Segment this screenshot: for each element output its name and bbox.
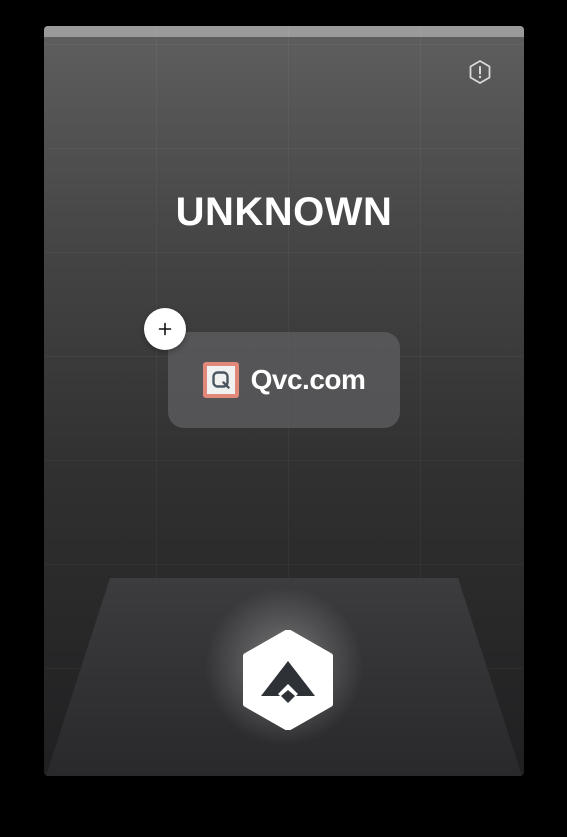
q-letter-icon xyxy=(211,371,230,389)
plus-icon xyxy=(158,322,172,336)
alert-hexagon-icon xyxy=(469,60,491,84)
classification-title: UNKNOWN xyxy=(175,190,393,234)
brand-hexagon-logo xyxy=(243,630,333,730)
alert-button[interactable] xyxy=(466,58,494,86)
site-name: Qvc.com xyxy=(250,364,366,395)
site-favicon xyxy=(202,362,239,398)
add-button[interactable] xyxy=(144,308,186,350)
site-chip[interactable]: Qvc.com xyxy=(168,332,400,428)
risk-card: UNKNOWN Qvc.com xyxy=(44,26,524,776)
